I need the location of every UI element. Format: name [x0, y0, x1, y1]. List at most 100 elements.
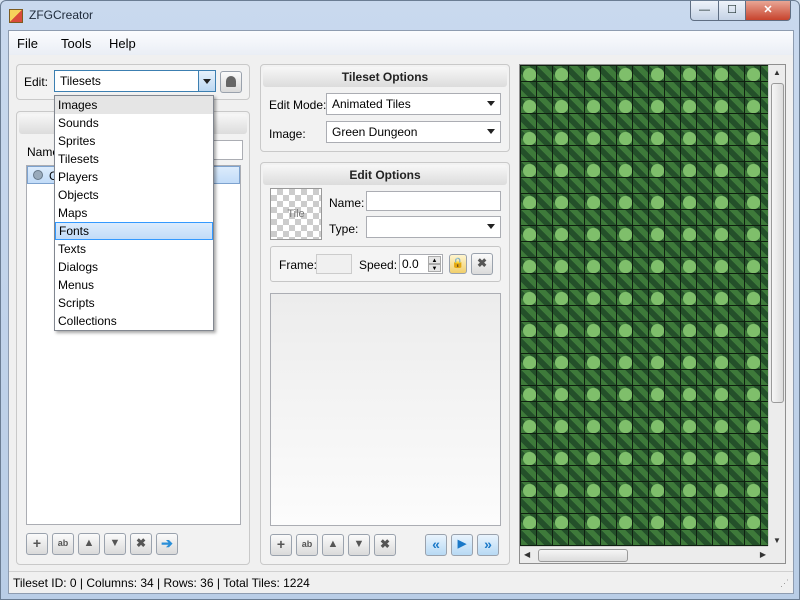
menu-bar: File Tools Help: [9, 31, 793, 55]
speed-value: 0.0: [402, 257, 419, 271]
tile-name-input[interactable]: [366, 191, 501, 211]
tileset-canvas[interactable]: ▲ ▼ ◀ ▶: [519, 64, 786, 564]
rename-icon: ab: [301, 539, 313, 549]
dropdown-option-maps[interactable]: Maps: [55, 204, 213, 222]
delete-icon: ✖: [476, 256, 488, 270]
menu-help[interactable]: Help: [109, 36, 136, 51]
dropdown-option-sounds[interactable]: Sounds: [55, 114, 213, 132]
arrow-down-icon: ▼: [109, 537, 121, 549]
frames-list[interactable]: [270, 293, 501, 526]
horizontal-scroll-thumb[interactable]: [538, 549, 628, 562]
frame-input[interactable]: [316, 254, 352, 274]
dropdown-option-tilesets[interactable]: Tilesets: [55, 150, 213, 168]
edit-type-combo[interactable]: Tilesets: [54, 70, 216, 92]
scroll-down-icon[interactable]: ▼: [773, 536, 781, 545]
edit-type-dropdown-list[interactable]: Images Sounds Sprites Tilesets Players O…: [54, 95, 214, 331]
forward-button[interactable]: ➔: [156, 533, 178, 555]
image-combo[interactable]: Green Dungeon: [326, 121, 501, 143]
edit-options-header: Edit Options: [263, 165, 507, 185]
rename-icon: ab: [57, 538, 69, 548]
dropdown-option-texts[interactable]: Texts: [55, 240, 213, 258]
dropdown-option-images[interactable]: Images: [55, 96, 213, 114]
chevron-down-icon: [487, 224, 495, 229]
add-icon: +: [32, 535, 42, 551]
fast-forward-icon: »: [484, 536, 492, 552]
arrow-right-icon: ➔: [161, 535, 173, 551]
scroll-left-icon[interactable]: ◀: [524, 550, 530, 559]
delete-button[interactable]: ✖: [130, 533, 152, 555]
close-button[interactable]: ✕: [745, 1, 791, 21]
stamp-button[interactable]: [220, 71, 242, 93]
lock-icon: 🔒: [451, 258, 465, 269]
vertical-scroll-thumb[interactable]: [771, 83, 784, 403]
title-bar: ZFGCreator — ☐ ✕: [1, 1, 799, 31]
tile-preview: Tile: [270, 188, 322, 240]
move-up-button[interactable]: ▲: [78, 533, 100, 555]
minimize-button[interactable]: —: [690, 1, 719, 21]
frame-down-button[interactable]: ▼: [348, 534, 370, 556]
dropdown-option-menus[interactable]: Menus: [55, 276, 213, 294]
rewind-icon: «: [432, 536, 440, 552]
frame-label: Frame:: [279, 258, 318, 272]
name-filter-input[interactable]: [213, 140, 243, 160]
dropdown-option-collections[interactable]: Collections: [55, 312, 213, 330]
scroll-right-icon[interactable]: ▶: [760, 550, 766, 559]
first-frame-button[interactable]: «: [425, 534, 447, 556]
image-label: Image:: [269, 127, 306, 141]
rename-button[interactable]: ab: [52, 533, 74, 555]
window-title: ZFGCreator: [29, 8, 94, 22]
remove-frame-button[interactable]: ✖: [471, 253, 493, 275]
edit-type-value: Tilesets: [60, 74, 101, 88]
chevron-down-icon: [487, 129, 495, 134]
edit-mode-value: Animated Tiles: [332, 97, 411, 111]
add-icon: +: [276, 536, 286, 552]
tile-preview-label: Tile: [287, 208, 305, 220]
lock-button[interactable]: 🔒: [449, 254, 467, 274]
edit-label: Edit:: [24, 75, 49, 89]
arrow-up-icon: ▲: [83, 537, 95, 549]
play-icon: ▶: [457, 538, 467, 550]
play-button[interactable]: ▶: [451, 534, 473, 556]
stepper-down-icon[interactable]: ▼: [428, 264, 441, 272]
maximize-button[interactable]: ☐: [718, 1, 746, 21]
menu-tools[interactable]: Tools: [61, 36, 91, 51]
move-down-button[interactable]: ▼: [104, 533, 126, 555]
speed-stepper[interactable]: 0.0 ▲ ▼: [399, 254, 443, 274]
dropdown-option-objects[interactable]: Objects: [55, 186, 213, 204]
horizontal-scrollbar[interactable]: ◀ ▶: [520, 546, 770, 563]
edit-mode-label: Edit Mode:: [269, 98, 327, 112]
edit-mode-combo[interactable]: Animated Tiles: [326, 93, 501, 115]
combo-dropdown-button[interactable]: [198, 71, 215, 91]
frame-up-button[interactable]: ▲: [322, 534, 344, 556]
status-bar: Tileset ID: 0 | Columns: 34 | Rows: 36 |…: [9, 571, 793, 593]
dropdown-option-scripts[interactable]: Scripts: [55, 294, 213, 312]
speed-label: Speed:: [359, 258, 398, 272]
app-window: ZFGCreator — ☐ ✕ File Tools Help Edit: T…: [0, 0, 800, 600]
tileset-options-header: Tileset Options: [263, 67, 507, 87]
dropdown-option-dialogs[interactable]: Dialogs: [55, 258, 213, 276]
dropdown-option-fonts[interactable]: Fonts: [55, 222, 213, 240]
vertical-scrollbar[interactable]: ▲ ▼: [768, 65, 785, 548]
app-icon: [9, 9, 23, 23]
tile-type-combo[interactable]: [366, 216, 501, 238]
add-button[interactable]: +: [26, 533, 48, 555]
rename-frame-button[interactable]: ab: [296, 534, 318, 556]
scroll-up-icon[interactable]: ▲: [773, 68, 781, 77]
delete-frame-button[interactable]: ✖: [374, 534, 396, 556]
tile-type-label: Type:: [329, 222, 359, 236]
scroll-corner: [768, 546, 785, 563]
menu-file[interactable]: File: [17, 36, 38, 51]
tileset-options-panel: Tileset Options Edit Mode: Animated Tile…: [260, 64, 510, 152]
delete-icon: ✖: [135, 536, 147, 550]
stepper-up-icon[interactable]: ▲: [428, 256, 441, 264]
add-frame-button[interactable]: +: [270, 534, 292, 556]
dropdown-option-sprites[interactable]: Sprites: [55, 132, 213, 150]
arrow-up-icon: ▲: [327, 538, 339, 550]
dropdown-option-players[interactable]: Players: [55, 168, 213, 186]
resize-grip-icon[interactable]: ⋰: [780, 578, 789, 589]
last-frame-button[interactable]: »: [477, 534, 499, 556]
delete-icon: ✖: [379, 537, 391, 551]
status-text: Tileset ID: 0 | Columns: 34 | Rows: 36 |…: [13, 576, 310, 590]
arrow-down-icon: ▼: [353, 538, 365, 550]
frame-settings-box: Frame: Speed: 0.0 ▲ ▼ 🔒 ✖: [270, 246, 501, 282]
